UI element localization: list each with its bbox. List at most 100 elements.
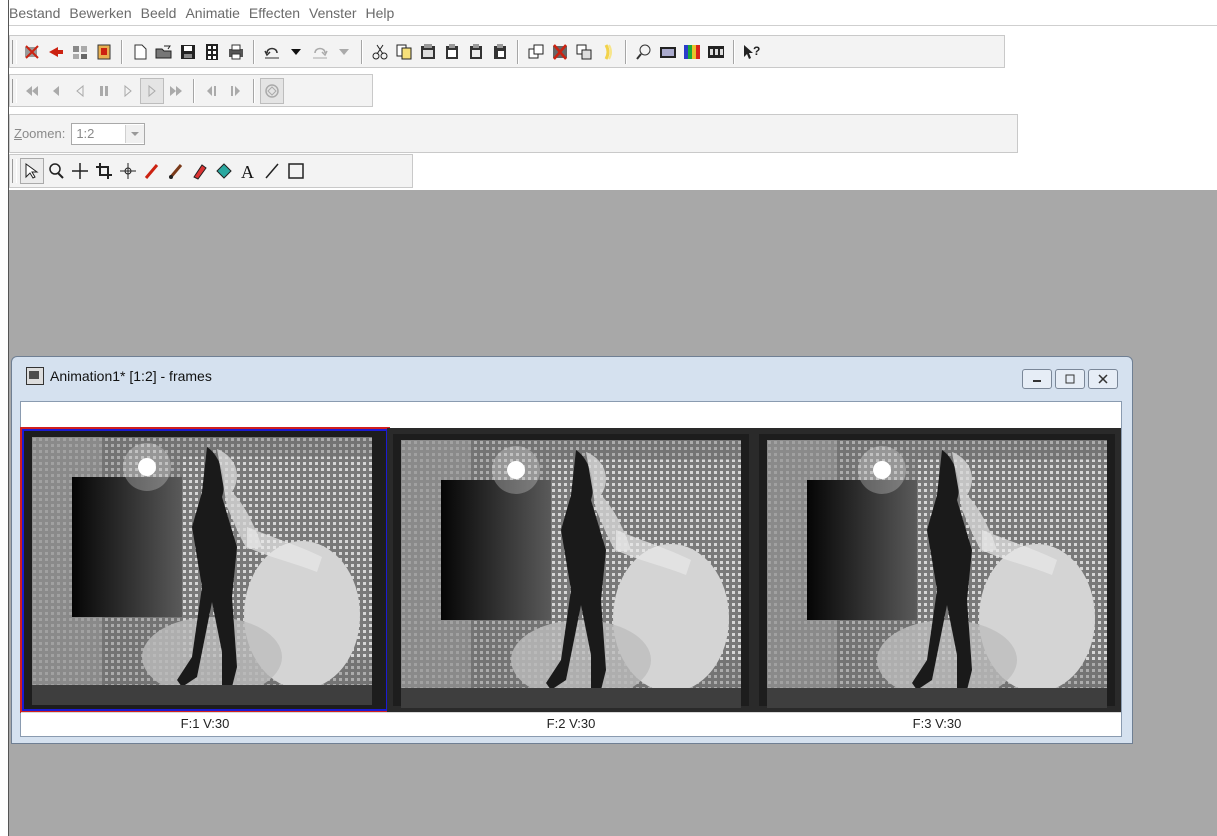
eraser-icon[interactable] <box>188 158 212 184</box>
preview-icon[interactable] <box>632 39 656 65</box>
menu-animatie[interactable]: Animatie <box>185 5 248 21</box>
export-icon[interactable] <box>92 39 116 65</box>
wizard-icon[interactable] <box>20 39 44 65</box>
close-icon <box>1098 374 1108 384</box>
zoom-select[interactable]: 1:2 <box>71 122 146 145</box>
paste-before-icon[interactable] <box>440 39 464 65</box>
transition-icon[interactable] <box>572 39 596 65</box>
separator <box>121 39 123 64</box>
brush-icon[interactable] <box>164 158 188 184</box>
main-toolbar: ? <box>9 35 1005 68</box>
step-previous-icon[interactable] <box>200 78 224 104</box>
frame-artwork <box>32 437 372 705</box>
redo-dropdown-icon[interactable] <box>332 39 356 65</box>
svg-text:A: A <box>241 162 254 180</box>
frame-properties-icon[interactable] <box>656 39 680 65</box>
help-icon[interactable]: ? <box>740 39 764 65</box>
duplicate-icon[interactable] <box>524 39 548 65</box>
window-controls <box>1019 369 1118 389</box>
menu-venster[interactable]: Venster <box>309 5 365 21</box>
frame-label: F:3 V:30 <box>753 712 1121 734</box>
select-arrow-icon[interactable] <box>20 158 44 184</box>
separator <box>193 78 195 103</box>
frame-image[interactable] <box>387 428 755 712</box>
text-icon[interactable]: A <box>236 158 260 184</box>
dropper-icon[interactable] <box>140 158 164 184</box>
menu-bestand[interactable]: Bestand <box>9 5 69 21</box>
arrow-red-icon[interactable] <box>44 39 68 65</box>
application-window: Bestand Bewerken Beeld Animatie Effecten… <box>8 0 1217 836</box>
zoom-value: 1:2 <box>76 126 95 141</box>
frame-artwork <box>767 440 1107 708</box>
maximize-button[interactable] <box>1055 369 1085 389</box>
separator <box>733 39 735 64</box>
film-icon[interactable] <box>200 39 224 65</box>
toolbar-grip[interactable] <box>12 78 17 103</box>
zoom-icon[interactable] <box>44 158 68 184</box>
frame-thumbnail[interactable]: F:1 V:30 <box>20 427 390 734</box>
frame-label: F:2 V:30 <box>387 712 755 734</box>
frames-strip: F:1 V:30 F:2 V:30 F:3 V:30 <box>20 427 1121 734</box>
step-back-icon[interactable] <box>68 78 92 104</box>
undo-icon[interactable] <box>260 39 284 65</box>
frame-thumbnail[interactable]: F:3 V:30 <box>753 428 1121 734</box>
fast-forward-icon[interactable] <box>164 78 188 104</box>
line-icon[interactable] <box>260 158 284 184</box>
frame-label: F:1 V:30 <box>21 712 389 734</box>
previous-frame-icon[interactable] <box>44 78 68 104</box>
play-icon[interactable] <box>116 78 140 104</box>
minimize-icon <box>1033 380 1041 382</box>
frames-window: Animation1* [1:2] - frames F:1 V:30 F:2 … <box>11 356 1133 744</box>
svg-text:?: ? <box>753 44 760 58</box>
palette-icon[interactable] <box>680 39 704 65</box>
undo-dropdown-icon[interactable] <box>284 39 308 65</box>
window-icon <box>26 367 44 385</box>
film-strip-icon[interactable] <box>704 39 728 65</box>
separator <box>253 78 255 103</box>
move-icon[interactable] <box>116 158 140 184</box>
maximize-icon <box>1065 374 1075 384</box>
menu-help[interactable]: Help <box>366 5 404 21</box>
crop-icon[interactable] <box>92 158 116 184</box>
separator <box>517 39 519 64</box>
new-file-icon[interactable] <box>128 39 152 65</box>
separator <box>625 39 627 64</box>
frame-image[interactable] <box>753 428 1121 712</box>
loop-icon[interactable] <box>260 77 284 104</box>
chevron-down-icon[interactable] <box>125 124 145 143</box>
menu-beeld[interactable]: Beeld <box>141 5 186 21</box>
frame-artwork <box>401 440 741 708</box>
toolbar-grip[interactable] <box>12 39 17 64</box>
banner-icon[interactable] <box>596 39 620 65</box>
frame-image[interactable] <box>20 427 390 713</box>
copy-icon[interactable] <box>392 39 416 65</box>
close-button[interactable] <box>1088 369 1118 389</box>
redo-icon[interactable] <box>308 39 332 65</box>
menu-bewerken[interactable]: Bewerken <box>69 5 140 21</box>
tools-toolbar: A <box>9 154 413 188</box>
zoom-label: Zoomen: <box>14 126 66 141</box>
crosshair-icon[interactable] <box>68 158 92 184</box>
window-titlebar[interactable]: Animation1* [1:2] - frames <box>12 357 1132 395</box>
paste-new-icon[interactable] <box>416 39 440 65</box>
menu-effecten[interactable]: Effecten <box>249 5 309 21</box>
pause-icon[interactable] <box>92 78 116 104</box>
delete-frame-icon[interactable] <box>548 39 572 65</box>
paste-after-icon[interactable] <box>464 39 488 65</box>
rectangle-icon[interactable] <box>284 158 308 184</box>
first-frame-icon[interactable] <box>20 78 44 104</box>
cut-icon[interactable] <box>368 39 392 65</box>
minimize-button[interactable] <box>1022 369 1052 389</box>
fill-icon[interactable] <box>212 158 236 184</box>
frame-thumbnail[interactable]: F:2 V:30 <box>387 428 755 734</box>
step-next-icon[interactable] <box>224 78 248 104</box>
window-title: Animation1* [1:2] - frames <box>50 368 212 384</box>
play-active-icon[interactable] <box>140 77 164 104</box>
toolbar-area: ? Zoomen: 1:2 A <box>9 26 1217 190</box>
paste-into-icon[interactable] <box>488 39 512 65</box>
print-icon[interactable] <box>224 39 248 65</box>
toolbar-grip[interactable] <box>12 159 17 183</box>
save-icon[interactable] <box>176 39 200 65</box>
open-folder-icon[interactable] <box>152 39 176 65</box>
layers-icon[interactable] <box>68 39 92 65</box>
